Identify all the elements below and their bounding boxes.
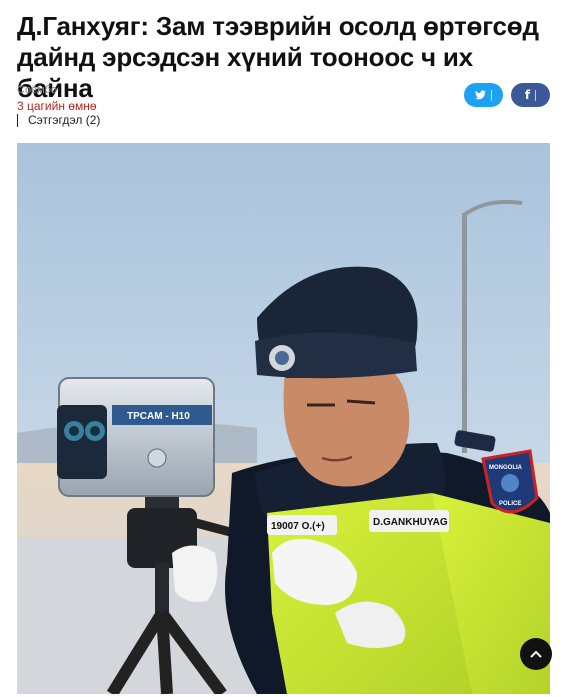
scroll-to-top-button[interactable]	[520, 638, 552, 670]
badge-name: D.GANKHUYAG	[373, 517, 448, 528]
badge-number: 19007 О.(+)	[271, 521, 325, 532]
separator	[535, 89, 537, 101]
twitter-icon	[475, 90, 486, 100]
device-label: TPCAM - H10	[127, 411, 190, 422]
patch-text: POLICE	[499, 501, 521, 507]
chevron-up-icon	[530, 650, 542, 658]
patch-country: MONGOLIA	[489, 465, 523, 471]
twitter-share-button[interactable]	[464, 83, 503, 107]
article-category[interactable]: Соёмбо	[17, 84, 57, 96]
comments-link[interactable]: Сэтгэгдэл (2)	[17, 114, 100, 127]
facebook-icon: f	[524, 88, 531, 102]
article-photo: TPCAM - H10 19007 О.(+) D.GANKHUYAG MONG…	[17, 143, 550, 694]
facebook-share-button[interactable]: f	[511, 83, 550, 107]
article-timestamp: 3 цагийн өмнө	[17, 99, 97, 113]
separator	[491, 89, 492, 101]
